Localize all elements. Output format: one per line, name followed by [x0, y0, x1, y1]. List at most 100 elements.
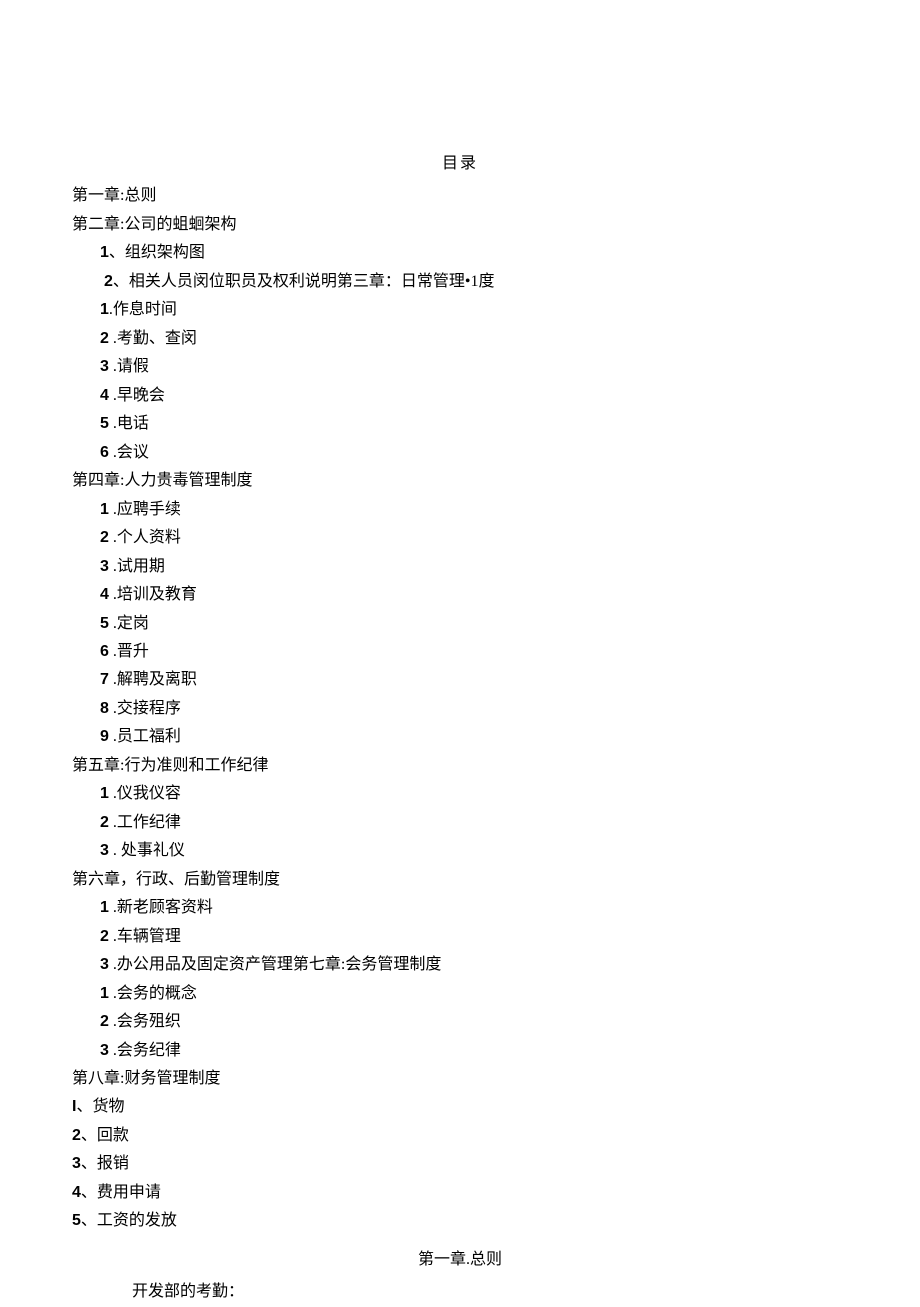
- toc-item: 1 .会务的概念: [72, 980, 848, 1008]
- chapter-1-body-heading: 第一章.总则: [72, 1246, 848, 1274]
- item-number: 1: [100, 239, 109, 267]
- item-sep: 、: [109, 244, 125, 261]
- item-text: .个人资料: [109, 529, 181, 546]
- item-text: .交接程序: [109, 700, 181, 717]
- item-text: .请假: [109, 358, 149, 375]
- toc-item: 2 .会务殂织: [72, 1008, 848, 1036]
- item-text: .培训及教育: [109, 586, 197, 603]
- item-number: 4: [72, 1179, 81, 1207]
- toc-item: 4 .早晚会: [72, 382, 848, 410]
- item-text: 货物: [92, 1098, 124, 1115]
- item-sep: 、: [81, 1212, 97, 1229]
- chapter-8-heading: 第八章:财务管理制度: [72, 1065, 848, 1093]
- toc-item: 2、回款: [72, 1122, 848, 1150]
- toc-item: 2 .考勤、查闵: [72, 325, 848, 353]
- item-text: .车辆管理: [109, 928, 181, 945]
- item-number: 2: [104, 268, 113, 296]
- item-text: .试用期: [109, 558, 165, 575]
- toc-item: 5 .定岗: [72, 610, 848, 638]
- item-text: .会务纪律: [109, 1042, 181, 1059]
- toc-item: 3 .试用期: [72, 553, 848, 581]
- item-number: 3: [100, 1037, 109, 1065]
- item-number: 2: [100, 1008, 109, 1036]
- toc-item: 6 .晋升: [72, 638, 848, 666]
- item-number: 8: [100, 695, 109, 723]
- item-number: 1: [100, 980, 109, 1008]
- item-sep: 、: [81, 1155, 97, 1172]
- item-number: 9: [100, 723, 109, 751]
- item-text: .新老顾客资料: [109, 899, 213, 916]
- item-text: 报销: [97, 1155, 129, 1172]
- item-text: 工资的发放: [97, 1212, 177, 1229]
- toc-item: 8 .交接程序: [72, 695, 848, 723]
- item-number: 4: [100, 382, 109, 410]
- item-number: 5: [72, 1207, 81, 1235]
- item-sep: 、: [81, 1184, 97, 1201]
- item-number: 1: [100, 496, 109, 524]
- toc-item: 2 .工作纪律: [72, 809, 848, 837]
- toc-item: 7 .解聘及离职: [72, 666, 848, 694]
- body-text: 开发部的考勤：: [72, 1278, 848, 1306]
- item-text: 相关人员闵位职员及权利说明第三章：日常管理•1度: [129, 273, 495, 290]
- item-sep: 、: [81, 1127, 97, 1144]
- item-number: 3: [100, 353, 109, 381]
- item-number: 3: [100, 837, 109, 865]
- document-title: 目录: [72, 150, 848, 178]
- toc-item: 1、组织架构图: [72, 239, 848, 267]
- item-text: .工作纪律: [109, 814, 181, 831]
- item-sep: 、: [76, 1098, 92, 1115]
- item-text: .早晚会: [109, 387, 165, 404]
- item-text: .解聘及离职: [109, 671, 197, 688]
- item-text: .会务的概念: [109, 985, 197, 1002]
- item-text: 费用申请: [97, 1184, 161, 1201]
- item-number: 5: [100, 410, 109, 438]
- item-number: 3: [72, 1150, 81, 1178]
- toc-item: 9 .员工福利: [72, 723, 848, 751]
- item-text: .作息时间: [109, 301, 177, 318]
- chapter-5-heading: 第五章:行为准则和工作纪律: [72, 752, 848, 780]
- item-number: 1: [100, 296, 109, 324]
- item-text: 组织架构图: [125, 244, 205, 261]
- toc-item: 1 .应聘手续: [72, 496, 848, 524]
- item-text: .考勤、查闵: [109, 330, 197, 347]
- item-text: . 处事礼仪: [109, 842, 185, 859]
- item-text: .员工福利: [109, 728, 181, 745]
- item-number: 3: [100, 951, 109, 979]
- item-text: .定岗: [109, 615, 149, 632]
- toc-item: 2 .车辆管理: [72, 923, 848, 951]
- item-number: 6: [100, 439, 109, 467]
- item-text: .晋升: [109, 643, 149, 660]
- item-number: 2: [100, 923, 109, 951]
- item-text: .会议: [109, 444, 149, 461]
- item-number: 5: [100, 610, 109, 638]
- item-text: .办公用品及固定资产管理第七章:会务管理制度: [109, 956, 441, 973]
- item-number: 2: [100, 325, 109, 353]
- toc-item: 1.作息时间: [72, 296, 848, 324]
- toc-item: 5、工资的发放: [72, 1207, 848, 1235]
- toc-item: 6 .会议: [72, 439, 848, 467]
- toc-item: 5 .电话: [72, 410, 848, 438]
- toc-item: 4 .培训及教育: [72, 581, 848, 609]
- item-number: 4: [100, 581, 109, 609]
- item-number: 2: [100, 524, 109, 552]
- toc-item: 2 .个人资料: [72, 524, 848, 552]
- item-number: 7: [100, 666, 109, 694]
- chapter-6-heading: 第六章，行政、后勤管理制度: [72, 866, 848, 894]
- toc-item: I、货物: [72, 1093, 848, 1121]
- item-text: .仪我仪容: [109, 785, 181, 802]
- chapter-2-heading: 第二章:公司的蛆蛔架构: [72, 211, 848, 239]
- toc-item: 3、报销: [72, 1150, 848, 1178]
- item-number: 6: [100, 638, 109, 666]
- item-number: 1: [100, 894, 109, 922]
- item-number: 1: [100, 780, 109, 808]
- toc-item: 1 .新老顾客资料: [72, 894, 848, 922]
- item-number: 3: [100, 553, 109, 581]
- item-text: 回款: [97, 1127, 129, 1144]
- item-number: 2: [100, 809, 109, 837]
- toc-item: 3 . 处事礼仪: [72, 837, 848, 865]
- chapter-1-heading: 第一章:总则: [72, 182, 848, 210]
- toc-item: 1 .仪我仪容: [72, 780, 848, 808]
- toc-item: 3 .请假: [72, 353, 848, 381]
- toc-item: 3 .会务纪律: [72, 1037, 848, 1065]
- item-sep: 、: [113, 273, 129, 290]
